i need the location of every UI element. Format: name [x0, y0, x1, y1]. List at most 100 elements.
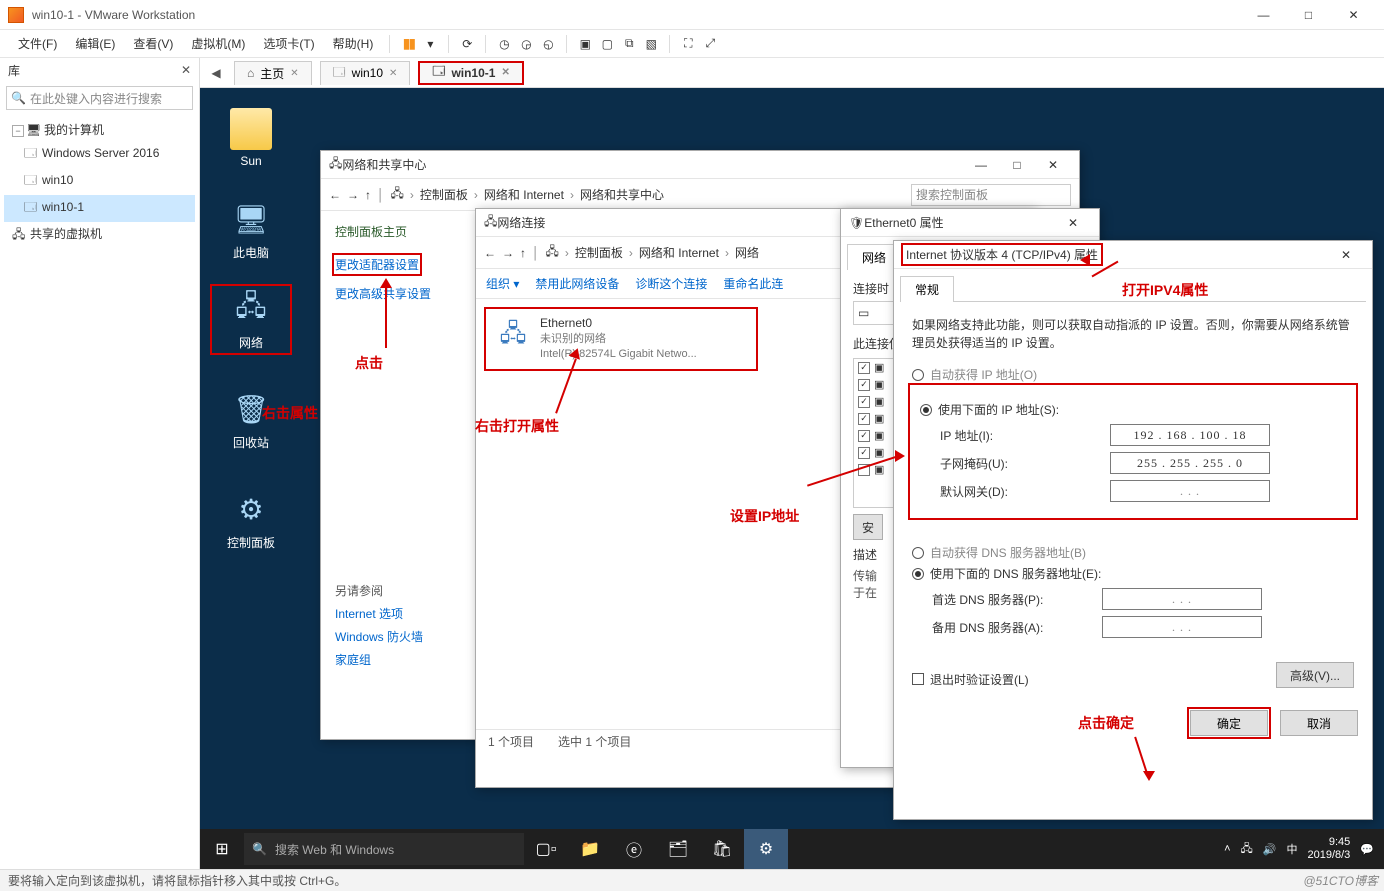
menu-tabs[interactable]: 选项卡(T): [255, 31, 322, 56]
rename[interactable]: 重命名此连: [723, 275, 783, 292]
edge-button[interactable]: ⓔ: [612, 829, 656, 869]
up-button[interactable]: ↑: [365, 188, 371, 202]
taskbar-search[interactable]: 🔍搜索 Web 和 Windows: [244, 833, 524, 865]
cancel-button[interactable]: 取消: [1280, 710, 1358, 736]
close-button[interactable]: ✕: [1328, 248, 1364, 262]
view-unity-icon[interactable]: ⧉: [619, 34, 639, 54]
crumb-2[interactable]: 网络和 Internet: [484, 186, 564, 203]
install-button[interactable]: 安: [853, 514, 883, 540]
forward-button[interactable]: →: [502, 246, 514, 260]
close-button[interactable]: ✕: [1331, 1, 1376, 29]
store-button[interactable]: 🛍: [700, 829, 744, 869]
tb-icon-3[interactable]: ◵: [538, 34, 558, 54]
desktop-icon-recyclebin[interactable]: 🗑回收站: [214, 388, 288, 451]
tab-nav-back[interactable]: ◀: [206, 66, 226, 80]
disable-device[interactable]: 禁用此网络设备: [535, 275, 619, 292]
ime-icon[interactable]: 中: [1286, 841, 1297, 857]
close-button[interactable]: ✕: [1035, 158, 1071, 172]
desktop-icon-thispc[interactable]: 🖥此电脑: [214, 198, 288, 261]
close-icon[interactable]: ✕: [290, 68, 298, 79]
crumb-3[interactable]: 网络: [735, 244, 759, 261]
advanced-button[interactable]: 高级(V)...: [1276, 662, 1354, 688]
stretch-icon[interactable]: ⤢: [700, 34, 720, 54]
dns1-input[interactable]: . . .: [1102, 588, 1262, 610]
checkbox-icon[interactable]: [858, 379, 870, 391]
radio-auto-dns[interactable]: 自动获得 DNS 服务器地址(B): [912, 544, 1354, 561]
start-button[interactable]: ⊞: [200, 829, 244, 869]
crumb-1[interactable]: 控制面板: [575, 244, 623, 261]
pause-icon[interactable]: ▮▮: [398, 34, 418, 54]
minimize-button[interactable]: —: [963, 158, 999, 172]
link-firewall[interactable]: Windows 防火墙: [335, 628, 447, 645]
crumb-3[interactable]: 网络和共享中心: [580, 186, 664, 203]
checkbox-icon[interactable]: [858, 362, 870, 374]
link-homegroup[interactable]: 家庭组: [335, 651, 447, 668]
link-change-adapter[interactable]: 更改适配器设置: [335, 256, 419, 273]
search-input[interactable]: 搜索控制面板: [911, 184, 1071, 206]
tree-item-wserver[interactable]: 🗔Windows Server 2016: [4, 141, 195, 168]
tab-win10[interactable]: 🗔win10✕: [320, 61, 411, 85]
forward-button[interactable]: →: [347, 188, 359, 202]
tab-home[interactable]: ⌂主页✕: [234, 61, 312, 85]
desktop-icon-sun[interactable]: Sun: [214, 108, 288, 168]
view-console-icon[interactable]: ▧: [641, 34, 661, 54]
tray-up-icon[interactable]: ˄: [1224, 843, 1230, 855]
dns2-input[interactable]: . . .: [1102, 616, 1262, 638]
tree-root-my-computer[interactable]: −🖥我的计算机: [4, 118, 195, 141]
tree-item-win10[interactable]: 🗔win10: [4, 168, 195, 195]
vm-viewport[interactable]: Sun 🖥此电脑 🖧网络 🗑回收站 ⚙控制面板 🖧 网络和共享中心 —□✕ ← …: [200, 88, 1384, 869]
validate-checkbox[interactable]: 退出时验证设置(L): [912, 671, 1029, 688]
back-button[interactable]: ←: [484, 246, 496, 260]
checkbox-icon[interactable]: [858, 413, 870, 425]
fullscreen-icon[interactable]: ⛶: [678, 34, 698, 54]
radio-manual-ip[interactable]: 使用下面的 IP 地址(S):: [920, 401, 1346, 418]
close-button[interactable]: ✕: [1055, 216, 1091, 230]
view-exclusive-icon[interactable]: ▢: [597, 34, 617, 54]
mask-input[interactable]: 255 . 255 . 255 . 0: [1110, 452, 1270, 474]
tree-item-win10-1[interactable]: 🗔win10-1: [4, 195, 195, 222]
taskview-button[interactable]: ▢▫: [524, 829, 568, 869]
checkbox-icon[interactable]: [858, 447, 870, 459]
system-tray[interactable]: ˄ 🖧 🔊 中 9:45 2019/8/3 💬: [1214, 836, 1384, 862]
menu-view[interactable]: 查看(V): [125, 31, 181, 56]
ok-button[interactable]: 确定: [1190, 710, 1268, 736]
diagnose[interactable]: 诊断这个连接: [635, 275, 707, 292]
gateway-input[interactable]: . . .: [1110, 480, 1270, 502]
network-tray-icon[interactable]: 🖧: [1241, 840, 1253, 859]
view-single-icon[interactable]: ▣: [575, 34, 595, 54]
library-search-input[interactable]: 🔍 在此处键入内容进行搜索: [6, 86, 193, 110]
up-button[interactable]: ↑: [520, 246, 526, 260]
folder-button[interactable]: 🗂: [656, 829, 700, 869]
toolbar-dropdown-icon[interactable]: ▾: [420, 34, 440, 54]
close-icon[interactable]: ✕: [501, 67, 509, 78]
tab-general[interactable]: 常规: [900, 276, 954, 302]
organize-menu[interactable]: 组织 ▾: [486, 275, 519, 292]
menu-file[interactable]: 文件(F): [10, 31, 65, 56]
checkbox-icon[interactable]: [858, 396, 870, 408]
library-close-icon[interactable]: ✕: [181, 63, 191, 77]
desktop-icon-controlpanel[interactable]: ⚙控制面板: [214, 488, 288, 551]
explorer-button[interactable]: 📁: [568, 829, 612, 869]
tree-root-shared[interactable]: 🖧共享的虚拟机: [4, 222, 195, 249]
minimize-button[interactable]: —: [1241, 1, 1286, 29]
radio-auto-ip[interactable]: 自动获得 IP 地址(O): [912, 366, 1354, 383]
menu-help[interactable]: 帮助(H): [325, 31, 382, 56]
snapshot-icon[interactable]: ⟳: [457, 34, 477, 54]
menu-edit[interactable]: 编辑(E): [67, 31, 123, 56]
tb-icon-1[interactable]: ◷: [494, 34, 514, 54]
link-internet-options[interactable]: Internet 选项: [335, 605, 447, 622]
maximize-button[interactable]: □: [999, 158, 1035, 172]
maximize-button[interactable]: □: [1286, 1, 1331, 29]
notification-icon[interactable]: 💬: [1360, 843, 1374, 856]
menu-vm[interactable]: 虚拟机(M): [183, 31, 253, 56]
close-icon[interactable]: ✕: [389, 68, 397, 79]
back-button[interactable]: ←: [329, 188, 341, 202]
volume-icon[interactable]: 🔊: [1263, 843, 1277, 856]
ip-input[interactable]: 192 . 168 . 100 . 18: [1110, 424, 1270, 446]
controlpanel-taskbar[interactable]: ⚙: [744, 829, 788, 869]
desktop-icon-network[interactable]: 🖧网络: [214, 288, 288, 351]
ipv4-properties-window[interactable]: Internet 协议版本 4 (TCP/IPv4) 属性 ✕ 常规 如果网络支…: [893, 240, 1373, 820]
checkbox-icon[interactable]: [858, 430, 870, 442]
crumb-2[interactable]: 网络和 Internet: [639, 244, 719, 261]
tb-icon-2[interactable]: ◶: [516, 34, 536, 54]
